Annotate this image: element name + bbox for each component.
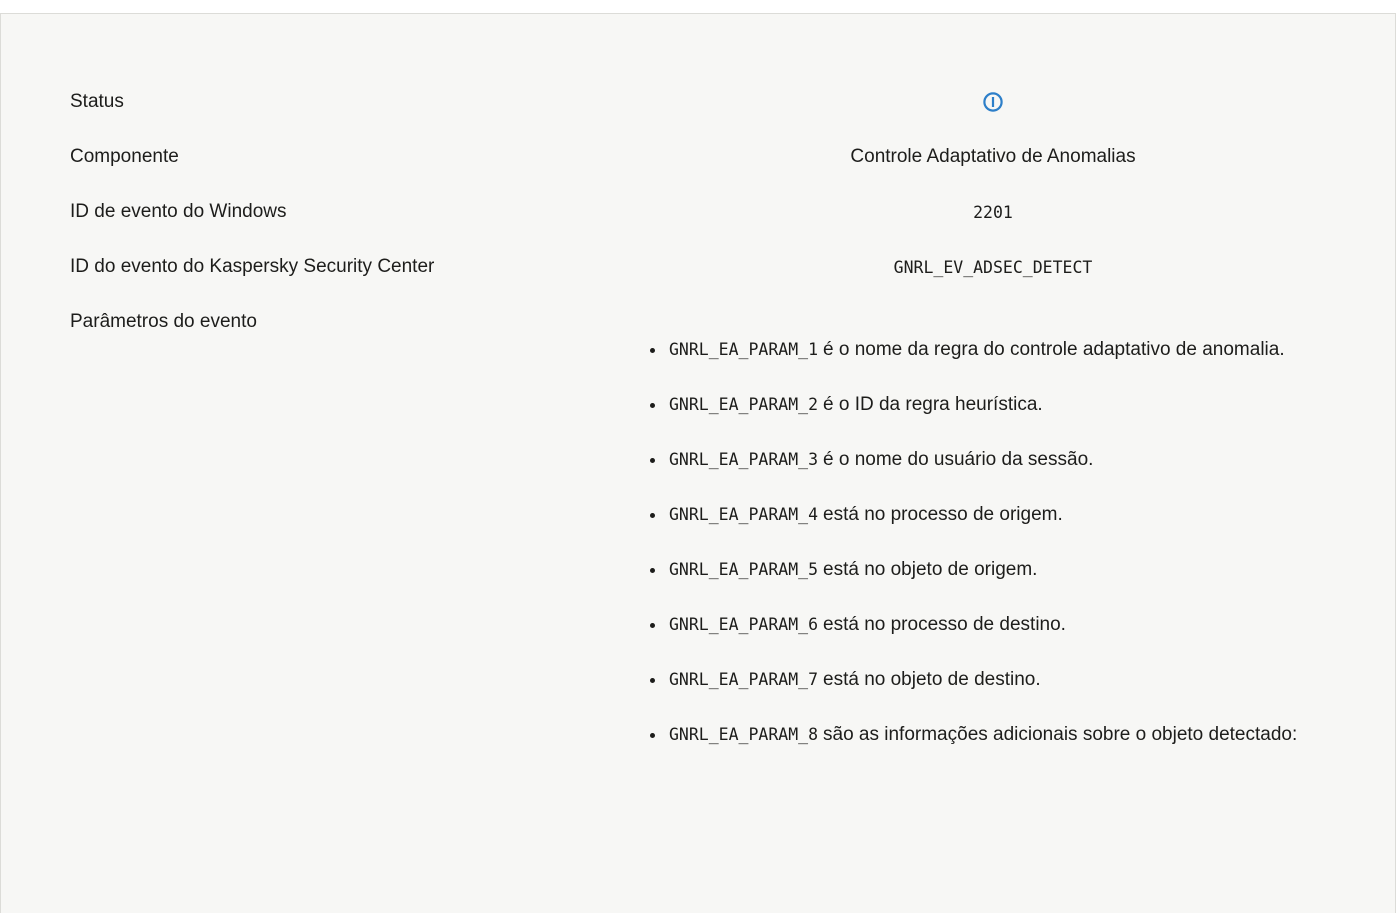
- windows-event-id-label: ID de evento do Windows: [70, 201, 287, 222]
- list-item: GNRL_EA_PARAM_8 são as informações adicio…: [647, 722, 1359, 748]
- param-code: GNRL_EA_PARAM_7: [669, 670, 819, 689]
- list-item: GNRL_EA_PARAM_4 está no processo de orige…: [647, 502, 1359, 528]
- list-item: GNRL_EA_PARAM_2 é o ID da regra heurístic…: [647, 392, 1359, 418]
- param-code: GNRL_EA_PARAM_4: [669, 505, 819, 524]
- param-description: é o ID da regra heurística.: [823, 394, 1043, 415]
- param-code: GNRL_EA_PARAM_8: [669, 725, 819, 744]
- param-description: é o nome do usuário da sessão.: [823, 449, 1094, 470]
- param-code: GNRL_EA_PARAM_6: [669, 615, 819, 634]
- component-value: Controle Adaptativo de Anomalias: [850, 146, 1136, 167]
- list-item: GNRL_EA_PARAM_3 é o nome do usuário da se…: [647, 447, 1359, 473]
- param-description: está no objeto de origem.: [823, 559, 1038, 580]
- ksc-event-id-label: ID do evento do Kaspersky Security Cente…: [70, 256, 435, 277]
- param-code: GNRL_EA_PARAM_3: [669, 450, 819, 469]
- list-item: GNRL_EA_PARAM_5 está no objeto de origem.: [647, 557, 1359, 583]
- status-label: Status: [70, 91, 124, 112]
- param-description: está no processo de origem.: [823, 504, 1063, 525]
- param-description: são as informações adicionais sobre o ob…: [823, 724, 1298, 745]
- info-icon: [981, 90, 1005, 114]
- ksc-event-id-value: GNRL_EV_ADSEC_DETECT: [893, 258, 1093, 277]
- param-description: está no objeto de destino.: [823, 669, 1041, 690]
- event-params-label: Parâmetros do evento: [70, 311, 257, 332]
- param-code: GNRL_EA_PARAM_1: [669, 340, 819, 359]
- status-value: [636, 90, 1350, 114]
- list-item: GNRL_EA_PARAM_6 está no processo de desti…: [647, 612, 1359, 638]
- param-code: GNRL_EA_PARAM_5: [669, 560, 819, 579]
- list-item: GNRL_EA_PARAM_1 é o nome da regra do cont…: [647, 337, 1359, 363]
- windows-event-id-value: 2201: [973, 203, 1013, 222]
- list-item: GNRL_EA_PARAM_7 está no objeto de destino…: [647, 667, 1359, 693]
- event-details-panel: Status Componente Controle Adaptativo de…: [0, 13, 1396, 913]
- component-label: Componente: [70, 146, 179, 167]
- param-code: GNRL_EA_PARAM_2: [669, 395, 819, 414]
- param-description: é o nome da regra do controle adaptativo…: [823, 339, 1285, 360]
- event-params-list: GNRL_EA_PARAM_1 é o nome da regra do cont…: [647, 337, 1359, 777]
- param-description: está no processo de destino.: [823, 614, 1066, 635]
